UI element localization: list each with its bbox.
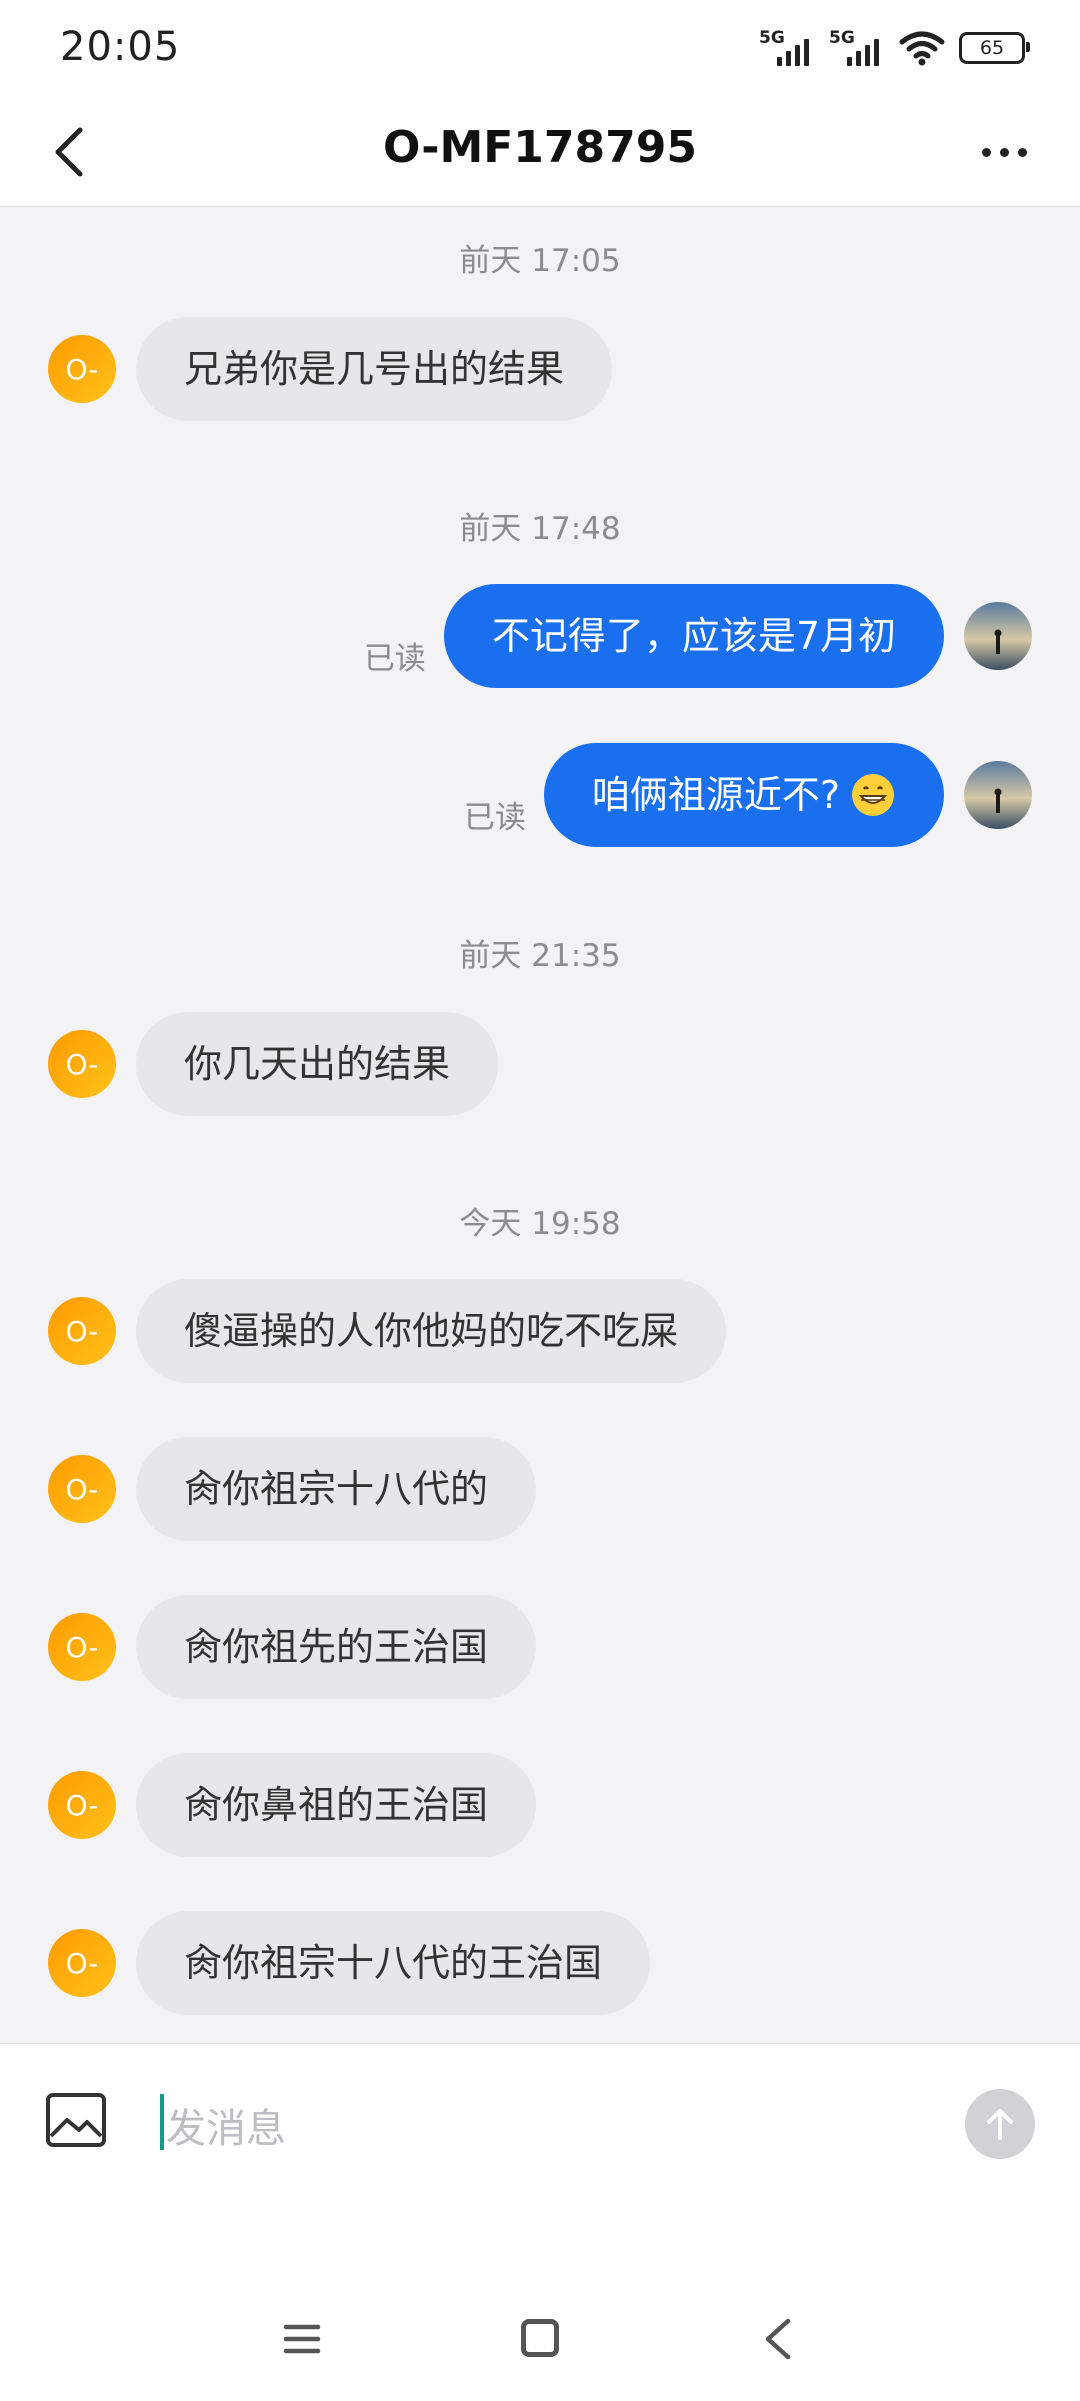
signal-icon: 5G — [759, 28, 821, 68]
timestamp: 今天 19:58 — [459, 1206, 621, 1242]
avatar[interactable]: O- — [48, 1455, 116, 1523]
back-triangle-icon[interactable] — [758, 2317, 798, 2361]
timestamp: 前天 21:35 — [459, 938, 621, 974]
message-bubble[interactable]: 咱俩祖源近不? — [543, 743, 944, 847]
text-caret — [160, 2094, 164, 2150]
arrow-up-icon — [987, 2109, 1013, 2140]
avatar[interactable]: O- — [48, 335, 116, 403]
incoming-message: O- 兄弟你是几号出的结果 — [48, 317, 613, 421]
page-title: O-MF178795 — [382, 122, 697, 173]
battery-icon: 65 — [959, 32, 1030, 64]
avatar[interactable]: O- — [48, 1030, 116, 1098]
read-status: 已读 — [363, 640, 426, 677]
message-bubble[interactable]: 肏你祖先的王治国 — [136, 1595, 537, 1699]
avatar[interactable] — [964, 602, 1032, 670]
avatar[interactable]: O- — [48, 1613, 116, 1681]
message-bubble[interactable]: 不记得了，应该是7月初 — [443, 584, 944, 688]
home-square-icon[interactable] — [521, 2319, 559, 2357]
avatar[interactable]: O- — [48, 1771, 116, 1839]
read-status: 已读 — [463, 799, 526, 836]
message-bubble[interactable]: 肏你祖宗十八代的王治国 — [136, 1911, 651, 2015]
status-bar: 20:05 5G 5G 65 — [0, 0, 1080, 100]
message-bubble[interactable]: 肏你祖宗十八代的 — [136, 1437, 537, 1541]
menu-icon[interactable] — [282, 2319, 322, 2359]
chat-header: O-MF178795 — [0, 100, 1080, 207]
wifi-icon — [899, 31, 945, 66]
incoming-message: O- 肏你祖先的王治国 — [48, 1595, 537, 1699]
grinning-face-emoji — [852, 774, 894, 816]
status-time: 20:05 — [60, 24, 181, 70]
avatar[interactable] — [964, 761, 1032, 829]
send-button[interactable] — [965, 2089, 1035, 2159]
avatar[interactable]: O- — [48, 1929, 116, 1997]
status-icons: 5G 5G 65 — [759, 26, 1030, 70]
incoming-message: O- 傻逼操的人你他妈的吃不吃屎 — [48, 1279, 727, 1383]
outgoing-message: 已读 咱俩祖源近不? — [464, 743, 1032, 847]
incoming-message: O- 肏你祖宗十八代的 — [48, 1437, 537, 1541]
incoming-message: O- 肏你祖宗十八代的王治国 — [48, 1911, 651, 2015]
signal-icon: 5G — [829, 28, 891, 68]
message-list[interactable]: 前天 17:05 O- 兄弟你是几号出的结果 前天 17:48 已读 不记得了，… — [0, 207, 1080, 2042]
input-placeholder: 发消息 — [166, 2106, 286, 2152]
message-text: 咱俩祖源近不? — [591, 773, 840, 817]
system-nav-bar — [0, 2283, 1080, 2400]
timestamp: 前天 17:05 — [459, 243, 621, 279]
message-bubble[interactable]: 肏你鼻祖的王治国 — [136, 1753, 537, 1857]
message-bubble[interactable]: 你几天出的结果 — [136, 1012, 499, 1116]
incoming-message: O- 肏你鼻祖的王治国 — [48, 1753, 537, 1857]
message-bubble[interactable]: 兄弟你是几号出的结果 — [136, 317, 613, 421]
message-bubble[interactable]: 傻逼操的人你他妈的吃不吃屎 — [136, 1279, 727, 1383]
avatar[interactable]: O- — [48, 1297, 116, 1365]
image-icon[interactable] — [45, 2092, 107, 2148]
more-dots-icon[interactable] — [968, 120, 1040, 184]
outgoing-message: 已读 不记得了，应该是7月初 — [364, 584, 1032, 688]
incoming-message: O- 你几天出的结果 — [48, 1012, 499, 1116]
message-input[interactable]: 发消息 — [160, 2084, 920, 2156]
timestamp: 前天 17:48 — [459, 511, 621, 547]
